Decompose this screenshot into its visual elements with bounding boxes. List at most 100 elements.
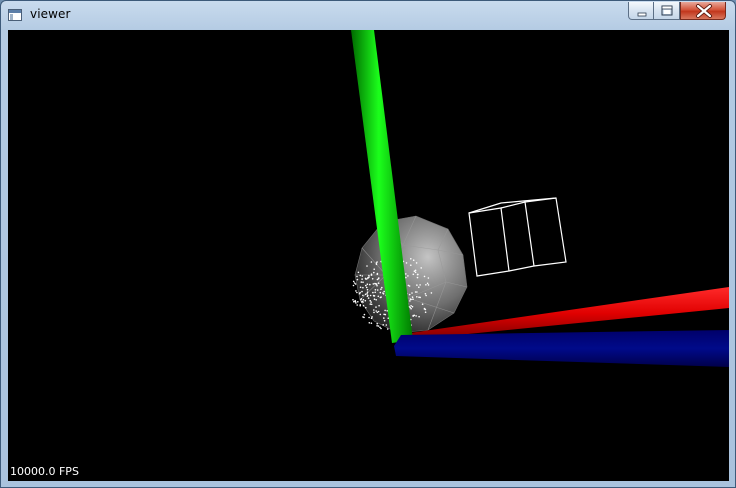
cloud-point: [418, 315, 420, 318]
cloud-point: [405, 276, 407, 279]
cloud-point: [364, 293, 367, 296]
cloud-point: [412, 273, 415, 276]
cloud-point: [357, 271, 360, 274]
cloud-point: [366, 265, 368, 267]
cloud-point: [417, 273, 419, 276]
cloud-point: [378, 304, 380, 307]
cloud-point: [413, 270, 416, 272]
cloud-point: [412, 298, 414, 301]
cloud-point: [427, 277, 430, 279]
cloud-point: [374, 289, 377, 291]
cloud-point: [415, 262, 418, 264]
cloud-point: [409, 306, 412, 309]
minimize-button[interactable]: [628, 2, 654, 20]
cloud-point: [425, 284, 427, 286]
cloud-point: [375, 262, 378, 264]
wireframe-cube: [468, 197, 567, 277]
cloud-point: [359, 274, 362, 277]
cloud-point: [370, 301, 372, 303]
cloud-point: [374, 291, 377, 294]
cloud-point: [411, 296, 414, 299]
cloud-point: [412, 314, 415, 317]
cloud-point: [366, 283, 369, 285]
cloud-point: [365, 306, 367, 309]
3d-viewport[interactable]: 10000.0 FPS: [8, 30, 729, 481]
cloud-point: [419, 284, 421, 286]
cloud-point: [369, 294, 372, 297]
cloud-point: [407, 284, 410, 287]
cloud-point: [382, 293, 385, 295]
cloud-point: [364, 299, 367, 302]
cloud-point: [367, 277, 369, 279]
cloud-point: [356, 275, 358, 278]
cloud-point: [362, 281, 364, 283]
cloud-point: [383, 319, 386, 322]
cloud-point: [426, 282, 429, 285]
cloud-point: [368, 276, 370, 278]
cloud-point: [375, 310, 378, 312]
viewer-window: viewer 10000.0 FPS: [0, 0, 736, 488]
cloud-point: [382, 324, 385, 326]
cloud-point: [376, 284, 378, 287]
cloud-point: [352, 280, 355, 283]
cloud-point: [410, 264, 412, 266]
cloud-point: [359, 305, 362, 307]
maximize-button[interactable]: [654, 2, 680, 20]
cloud-point: [368, 322, 371, 324]
cloud-point: [411, 292, 413, 294]
cloud-point: [352, 284, 355, 287]
cloud-point: [377, 310, 380, 313]
cloud-point: [356, 291, 358, 294]
cloud-point: [372, 291, 374, 294]
cloud-point: [355, 302, 357, 304]
cloud-point: [373, 268, 376, 270]
cloud-point: [427, 284, 430, 286]
cloud-point: [365, 284, 367, 287]
cloud-point: [385, 324, 388, 326]
cloud-point: [380, 327, 382, 330]
cloud-point: [418, 296, 420, 299]
cloud-point: [418, 286, 420, 289]
cloud-point: [376, 289, 379, 291]
cloud-point: [373, 309, 375, 311]
cloud-point: [363, 316, 365, 319]
cloud-point: [363, 313, 366, 316]
title-bar[interactable]: viewer: [1, 1, 735, 29]
cloud-point: [386, 328, 389, 330]
cloud-point: [409, 298, 412, 300]
cloud-point: [383, 290, 385, 293]
cloud-point: [383, 313, 385, 316]
cloud-point: [421, 303, 424, 306]
cloud-point: [405, 262, 408, 264]
scene-canvas[interactable]: [8, 30, 729, 481]
cloud-point: [379, 291, 382, 294]
cloud-point: [383, 317, 385, 319]
cloud-point: [416, 296, 418, 298]
cloud-point: [379, 296, 382, 299]
cloud-point: [379, 313, 382, 316]
cloud-point: [368, 274, 370, 277]
cloud-point: [430, 292, 433, 294]
cloud-point: [376, 325, 378, 327]
cloud-point: [377, 325, 380, 327]
fps-counter: 10000.0 FPS: [10, 465, 79, 478]
cloud-point: [377, 295, 380, 298]
cloud-point: [381, 286, 383, 289]
cloud-point: [361, 275, 364, 277]
cloud-point: [375, 306, 377, 308]
cloud-point: [416, 284, 418, 286]
cloud-point: [369, 303, 372, 305]
cloud-point: [371, 316, 373, 318]
cloud-point: [357, 301, 359, 303]
cloud-point: [423, 307, 426, 310]
cloud-point: [362, 301, 364, 303]
cloud-point: [369, 283, 371, 286]
app-window-icon[interactable]: [8, 9, 22, 21]
close-button[interactable]: [680, 2, 726, 20]
cloud-point: [368, 316, 370, 319]
cloud-point: [362, 304, 365, 307]
cloud-point: [360, 298, 363, 300]
minimize-icon: [637, 12, 647, 17]
cloud-point: [360, 281, 363, 283]
cloud-point: [359, 286, 362, 289]
